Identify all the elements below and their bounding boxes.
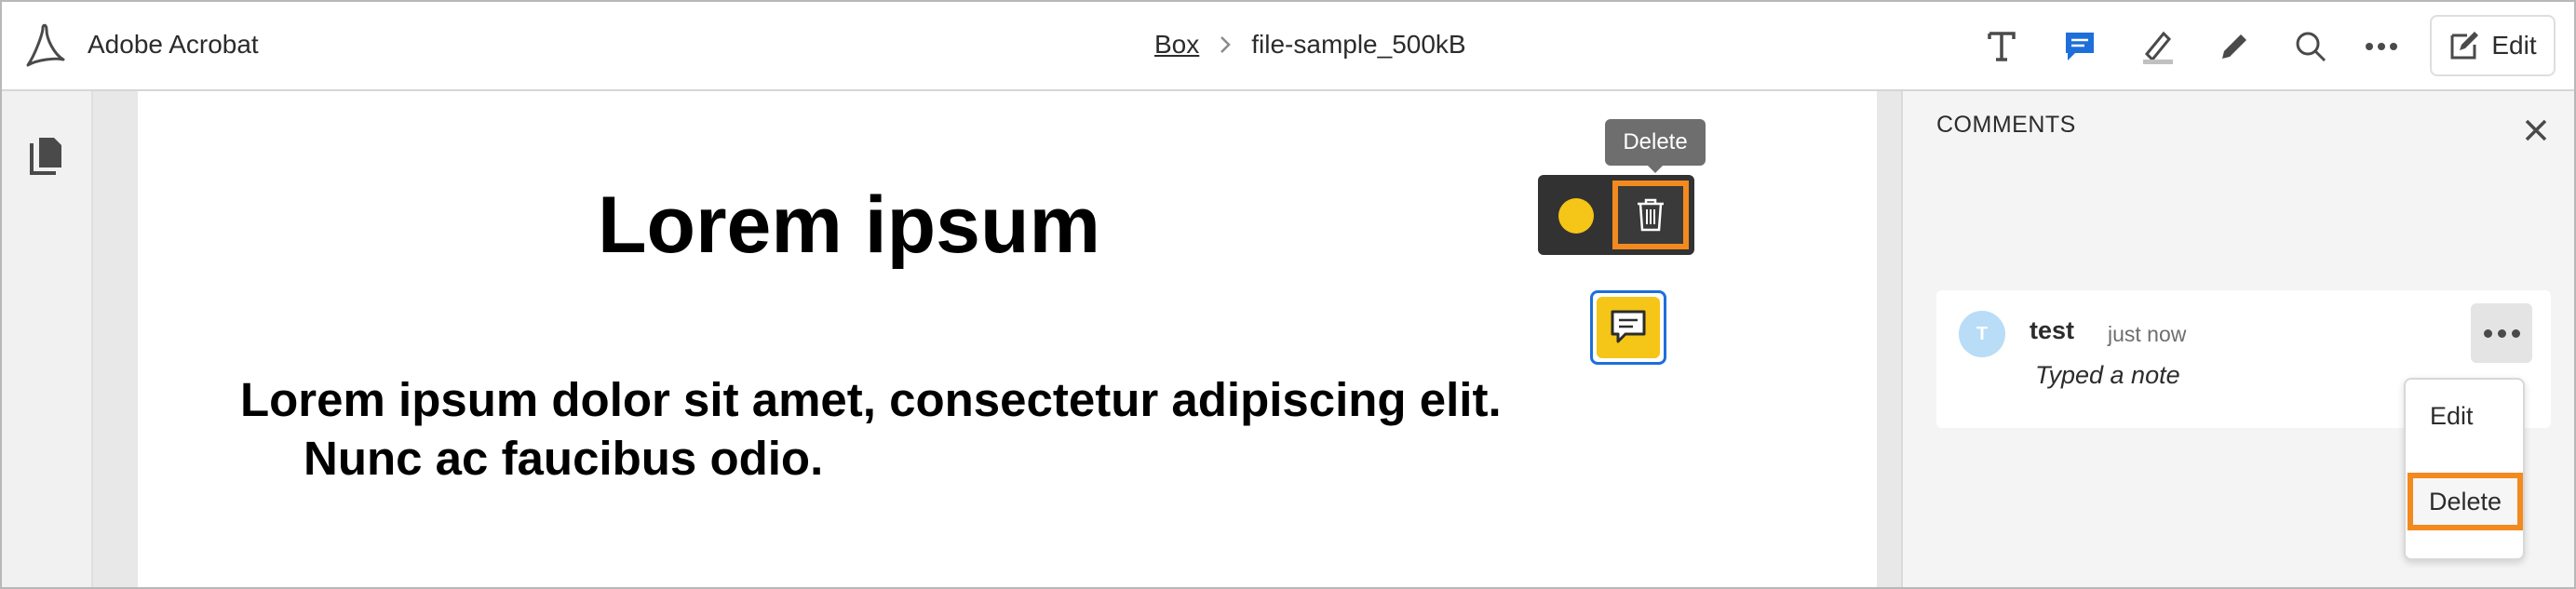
comment-options-menu: Edit Delete xyxy=(2404,378,2525,560)
avatar: T xyxy=(1959,311,2005,357)
close-icon[interactable] xyxy=(2517,112,2555,149)
highlight-tool-icon xyxy=(2143,31,2173,64)
acrobat-logo-icon xyxy=(26,23,65,67)
top-bar: Adobe Acrobat Box file-sample_500kB Edit xyxy=(2,2,2574,91)
comment-tool-icon xyxy=(2066,33,2094,60)
sticky-note-body xyxy=(1597,297,1660,358)
left-rail xyxy=(2,91,93,587)
comment-tool-button[interactable] xyxy=(2054,20,2106,73)
pages-icon[interactable] xyxy=(28,134,65,175)
comment-more-button[interactable] xyxy=(2471,303,2532,363)
edit-button-label: Edit xyxy=(2491,31,2537,60)
delete-tooltip: Delete xyxy=(1605,119,1706,173)
pencil-tool-icon xyxy=(2222,34,2246,59)
pencil-tool-button[interactable] xyxy=(2208,20,2260,73)
chevron-right-icon xyxy=(1221,36,1232,53)
comment-note-icon xyxy=(1611,310,1646,343)
trash-icon xyxy=(1638,198,1664,232)
document-body-line-1: Lorem ipsum dolor sit amet, consectetur … xyxy=(240,373,1502,426)
edit-button[interactable]: Edit xyxy=(2430,15,2556,76)
note-color-button[interactable] xyxy=(1558,198,1594,234)
more-icon xyxy=(2366,43,2397,50)
edit-pdf-icon xyxy=(2450,32,2479,60)
app-title: Adobe Acrobat xyxy=(88,30,259,59)
more-dot-icon xyxy=(2511,328,2520,338)
annotation-toolbar xyxy=(1538,175,1694,255)
comment-timestamp: just now xyxy=(2108,322,2187,346)
breadcrumb-current: file-sample_500kB xyxy=(1251,30,1466,59)
comments-panel-title: COMMENTS xyxy=(1936,112,2076,138)
menu-item-delete[interactable]: Delete xyxy=(2407,473,2523,530)
document-body-line-2: Nunc ac faucibus odio. xyxy=(303,432,824,485)
comment-text: Typed a note xyxy=(2035,361,2180,389)
text-tool-button[interactable] xyxy=(1976,20,2028,73)
menu-item-edit[interactable]: Edit xyxy=(2430,402,2474,431)
search-icon xyxy=(2296,32,2326,62)
search-button[interactable] xyxy=(2285,20,2337,73)
delete-annotation-button[interactable] xyxy=(1612,181,1689,249)
more-dot-icon xyxy=(2497,328,2506,338)
comment-author: test xyxy=(2030,316,2075,344)
sticky-note-annotation[interactable] xyxy=(1590,290,1666,365)
document-body: Lorem ipsum dolor sit amet, consectetur … xyxy=(240,370,1502,488)
breadcrumb-parent-link[interactable]: Box xyxy=(1154,30,1199,60)
more-tools-button[interactable] xyxy=(2355,20,2407,73)
highlight-tool-button[interactable] xyxy=(2132,20,2184,73)
breadcrumb: Box file-sample_500kB xyxy=(1154,30,1466,60)
text-tool-icon xyxy=(1988,32,2016,61)
app-window: Adobe Acrobat Box file-sample_500kB Edit… xyxy=(0,0,2576,589)
more-dot-icon xyxy=(2483,328,2492,338)
